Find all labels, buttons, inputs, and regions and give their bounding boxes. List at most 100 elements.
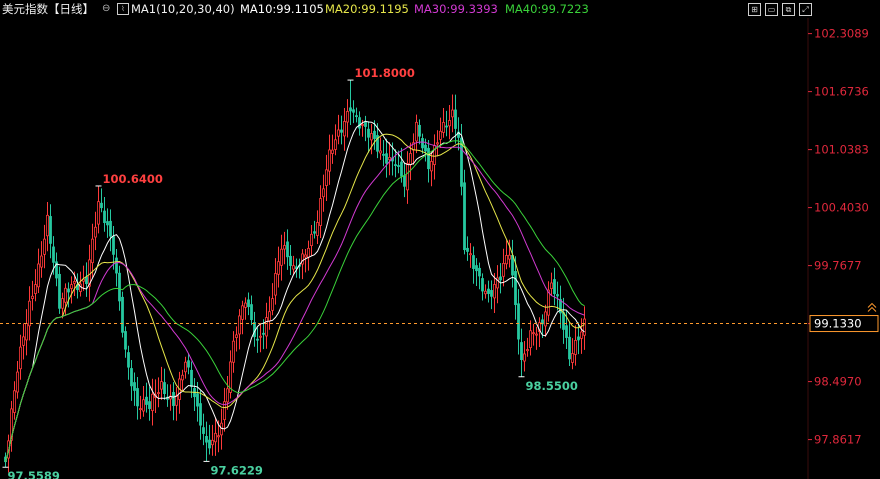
candle-body xyxy=(103,210,106,223)
candle-body xyxy=(340,129,343,133)
candle-body xyxy=(262,332,265,335)
candle-body xyxy=(118,272,121,302)
candle-body xyxy=(421,138,424,149)
candle-body xyxy=(70,284,73,289)
candle-body xyxy=(148,401,151,409)
candle-body xyxy=(31,295,34,299)
candle-body xyxy=(115,257,118,274)
candle-body xyxy=(283,245,286,250)
candle-body xyxy=(49,216,52,244)
candle-body xyxy=(490,290,493,297)
candle-body xyxy=(28,300,31,327)
candle-body xyxy=(337,129,340,137)
candle-body xyxy=(364,121,367,127)
candle-body xyxy=(535,333,538,336)
candle-body xyxy=(523,353,526,362)
candle-body xyxy=(400,161,403,177)
candle-body xyxy=(241,305,244,320)
candle-body xyxy=(532,332,535,335)
candle-body xyxy=(199,403,202,426)
candle-body xyxy=(292,265,295,270)
extreme-label: 98.5500 xyxy=(526,379,578,393)
candle-body xyxy=(85,276,88,284)
candle-body xyxy=(556,294,559,297)
candle-body xyxy=(385,153,388,164)
candle-body xyxy=(127,352,130,368)
candle-body xyxy=(415,121,418,142)
candle-body xyxy=(64,287,67,303)
candle-body xyxy=(373,130,376,139)
candle-body xyxy=(334,139,337,150)
candle-body xyxy=(571,353,574,363)
candle-body xyxy=(100,202,103,209)
candle-body xyxy=(265,317,268,337)
candle-body xyxy=(280,248,283,266)
candlestick-chart[interactable]: 102.3089 101.6736 101.0383 100.4030 99.7677 9… xyxy=(0,0,880,479)
candle-body xyxy=(274,273,277,296)
y-tick-label: 97.8617 xyxy=(814,433,862,447)
candle-body xyxy=(394,164,397,166)
candle-body xyxy=(58,273,61,309)
candle-body xyxy=(40,255,43,268)
candle-body xyxy=(475,265,478,272)
candle-body xyxy=(472,255,475,269)
candle-body xyxy=(526,349,529,352)
candle-body xyxy=(187,360,190,368)
current-price-label: 99.1330 xyxy=(814,317,862,331)
candle-body xyxy=(382,153,385,156)
candle-body xyxy=(463,182,466,251)
candle-body xyxy=(454,109,457,129)
candle-body xyxy=(370,133,373,141)
candle-body xyxy=(358,117,361,129)
candle-body xyxy=(91,238,94,264)
candle-body xyxy=(328,149,331,172)
candle-body xyxy=(580,331,583,339)
y-tick-label: 101.6736 xyxy=(814,85,869,99)
candle-body xyxy=(94,226,97,238)
candle-body xyxy=(61,298,64,309)
candle-body xyxy=(316,222,319,236)
candle-body xyxy=(445,125,448,128)
candle-body xyxy=(181,374,184,381)
candle-body xyxy=(121,296,124,333)
candle-body xyxy=(19,346,22,370)
candle-body xyxy=(136,388,139,407)
candle-body xyxy=(481,278,484,292)
candle-body xyxy=(52,246,55,263)
candle-body xyxy=(508,254,511,260)
candle-body xyxy=(304,254,307,258)
candle-body xyxy=(106,221,109,226)
candle-body xyxy=(517,303,520,340)
y-tick-label: 99.7677 xyxy=(814,259,862,273)
extreme-label: 97.5589 xyxy=(8,469,60,479)
candle-body xyxy=(502,262,505,277)
candle-body xyxy=(238,315,241,335)
candle-body xyxy=(286,241,289,258)
candle-body xyxy=(451,109,454,118)
candle-body xyxy=(259,335,262,338)
candle-body xyxy=(289,255,292,266)
candle-body xyxy=(367,128,370,138)
candle-body xyxy=(277,261,280,275)
candle-body xyxy=(232,340,235,363)
current-price: 99.1330 xyxy=(0,302,879,333)
candle-body xyxy=(172,392,175,406)
candle-body xyxy=(235,334,238,338)
candle-body xyxy=(43,238,46,255)
candle-body xyxy=(505,255,508,265)
candle-body xyxy=(214,432,217,443)
candle-body xyxy=(493,284,496,299)
candle-body xyxy=(424,144,427,152)
candle-body xyxy=(553,279,556,295)
candle-body xyxy=(469,253,472,256)
candle-body xyxy=(268,311,271,322)
extreme-label: 97.6229 xyxy=(211,463,263,477)
candle-body xyxy=(520,342,523,361)
candle-body xyxy=(346,111,349,123)
candle-body xyxy=(466,247,469,252)
candle-body xyxy=(97,201,100,225)
candle-body xyxy=(190,369,193,387)
candle-body xyxy=(202,427,205,434)
candle-body xyxy=(124,331,127,350)
y-axis-ticks: 102.3089 101.6736 101.0383 100.4030 99.7677 9… xyxy=(808,27,869,447)
